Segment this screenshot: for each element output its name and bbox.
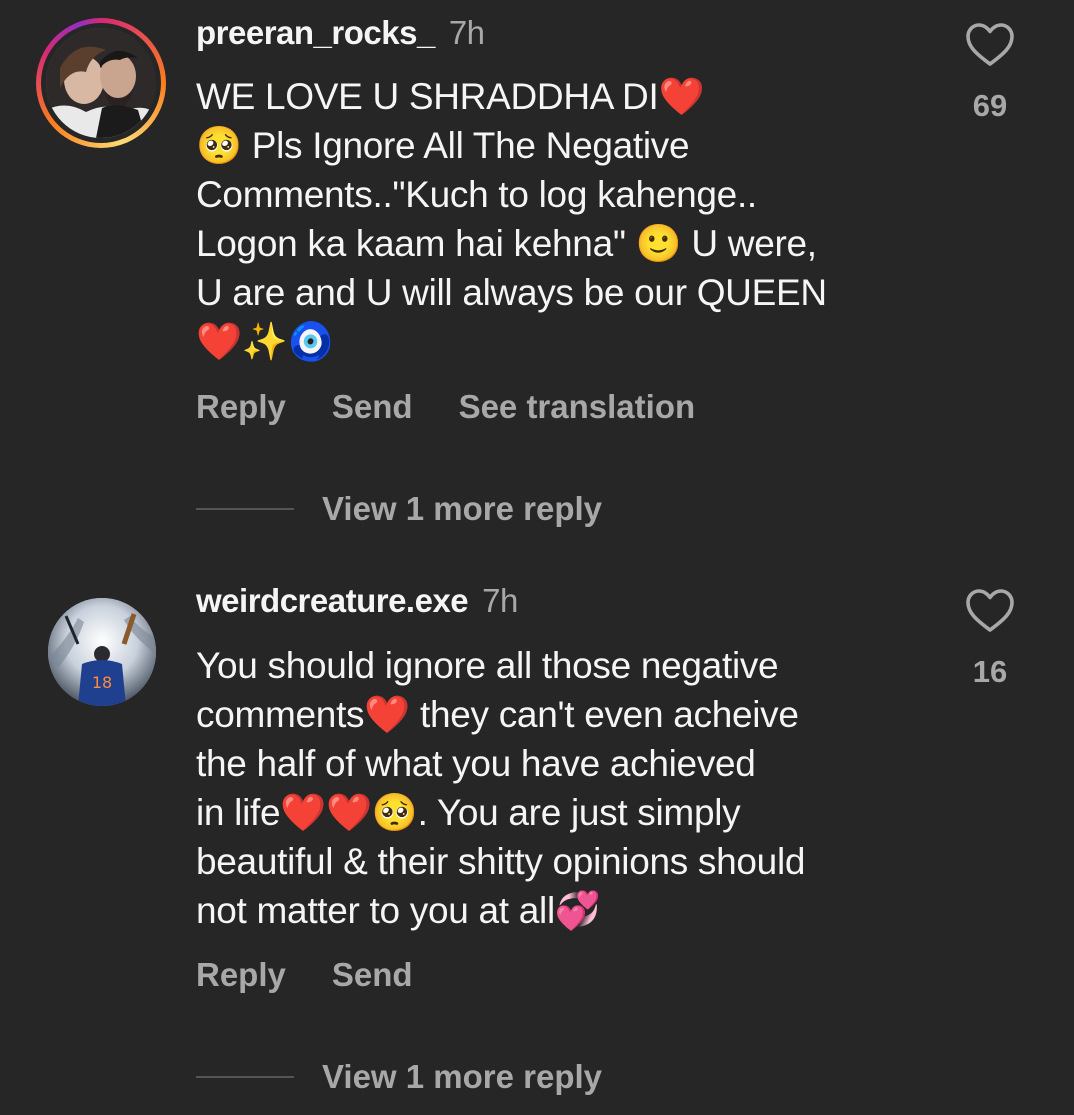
avatar[interactable]: [36, 18, 166, 148]
svg-text:18: 18: [92, 673, 112, 692]
view-more-replies[interactable]: View 1 more reply: [196, 1058, 602, 1096]
like-button[interactable]: 16: [960, 588, 1020, 690]
comment-line: beautiful & their shitty opinions should: [196, 841, 806, 882]
send-button[interactable]: Send: [332, 956, 413, 993]
timestamp: 7h: [448, 14, 485, 51]
reply-button[interactable]: Reply: [196, 388, 286, 425]
comment-line: comments❤️ they can't even acheive: [196, 694, 799, 735]
heart-outline-icon[interactable]: [965, 22, 1015, 68]
like-count: 16: [972, 654, 1008, 689]
comment-header: weirdcreature.exe 7h: [196, 582, 518, 620]
timestamp: 7h: [482, 582, 518, 619]
comment-header: preeran_rocks_ 7h: [196, 14, 485, 52]
comment-text: WE LOVE U SHRADDHA DI❤️ 🥺 Pls Ignore All…: [196, 72, 827, 366]
comment-line: 🥺 Pls Ignore All The Negative: [196, 125, 690, 166]
divider: [196, 508, 294, 510]
like-count: 69: [972, 88, 1008, 123]
view-more-replies[interactable]: View 1 more reply: [196, 490, 602, 528]
username[interactable]: weirdcreature.exe: [196, 582, 469, 619]
divider: [196, 1076, 294, 1078]
comment-line: ❤️✨🧿: [196, 321, 334, 362]
reply-button[interactable]: Reply: [196, 956, 286, 993]
heart-outline-icon[interactable]: [965, 588, 1015, 634]
comment-line: the half of what you have achieved: [196, 743, 756, 784]
comment-line: in life❤️❤️🥺. You are just simply: [196, 792, 741, 833]
comment-actions: Reply Send See translation: [196, 388, 741, 426]
username[interactable]: preeran_rocks_: [196, 14, 435, 51]
view-more-replies-label[interactable]: View 1 more reply: [322, 490, 602, 527]
comment-line: Comments.."Kuch to log kahenge..: [196, 174, 757, 215]
comment-actions: Reply Send: [196, 956, 459, 994]
comment-line: WE LOVE U SHRADDHA DI❤️: [196, 76, 705, 117]
see-translation-button[interactable]: See translation: [459, 388, 696, 425]
send-button[interactable]: Send: [332, 388, 413, 425]
comment-line: Logon ka kaam hai kehna" 🙂 U were,: [196, 223, 817, 264]
comment-text: You should ignore all those negative com…: [196, 641, 805, 935]
view-more-replies-label[interactable]: View 1 more reply: [322, 1058, 602, 1095]
like-button[interactable]: 69: [960, 22, 1020, 124]
comment-line: You should ignore all those negative: [196, 645, 779, 686]
comment-line: U are and U will always be our QUEEN: [196, 272, 827, 313]
avatar[interactable]: 18: [48, 598, 156, 706]
comment-line: not matter to you at all💞: [196, 890, 601, 931]
